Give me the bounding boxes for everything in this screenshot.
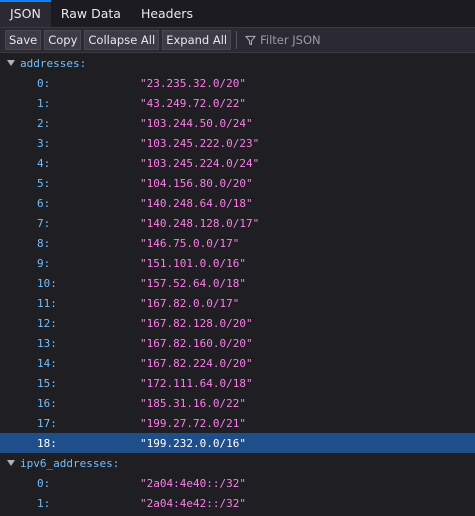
array-index: 4: bbox=[37, 156, 51, 170]
tree-row-ipv6-addresses[interactable]: ipv6_addresses: bbox=[0, 453, 475, 473]
array-index: 8: bbox=[37, 236, 51, 250]
viewer-tab-bar: JSON Raw Data Headers bbox=[0, 0, 475, 28]
array-index: 11: bbox=[37, 296, 57, 310]
expand-toggle-icon[interactable] bbox=[7, 60, 15, 66]
toolbar-divider bbox=[236, 31, 238, 49]
collapse-all-button[interactable]: Collapse All bbox=[84, 30, 160, 50]
array-index: 14: bbox=[37, 356, 57, 370]
ipv6-address-row[interactable]: 1: "2a04:4e42::/32" bbox=[0, 493, 475, 513]
array-index: 7: bbox=[37, 216, 51, 230]
string-value: "185.31.16.0/22" bbox=[140, 396, 246, 410]
string-value: "146.75.0.0/17" bbox=[140, 236, 240, 250]
string-value: "103.245.224.0/24" bbox=[140, 156, 260, 170]
array-index: 0: bbox=[37, 476, 51, 490]
string-value: "172.111.64.0/18" bbox=[140, 376, 253, 390]
address-row[interactable]: 18: "199.232.0.0/16" bbox=[0, 433, 475, 453]
copy-button[interactable]: Copy bbox=[44, 30, 82, 50]
expand-all-button[interactable]: Expand All bbox=[162, 30, 232, 50]
json-tree: addresses: 0: "23.235.32.0/20" 1: "43.249.7… bbox=[0, 53, 475, 513]
address-row[interactable]: 8: "146.75.0.0/17" bbox=[0, 233, 475, 253]
addresses-key: addresses: bbox=[20, 56, 87, 70]
array-index: 9: bbox=[37, 256, 51, 270]
array-index: 1: bbox=[37, 496, 51, 510]
funnel-icon bbox=[245, 35, 256, 45]
array-index: 5: bbox=[37, 176, 51, 190]
string-value: "167.82.0.0/17" bbox=[140, 296, 240, 310]
array-index: 3: bbox=[37, 136, 51, 150]
address-row[interactable]: 15: "172.111.64.0/18" bbox=[0, 373, 475, 393]
filter-json-input[interactable] bbox=[260, 33, 411, 47]
string-value: "157.52.64.0/18" bbox=[140, 276, 246, 290]
address-row[interactable]: 6: "140.248.64.0/18" bbox=[0, 193, 475, 213]
array-index: 16: bbox=[37, 396, 57, 410]
string-value: "2a04:4e42::/32" bbox=[140, 496, 246, 510]
address-row[interactable]: 2: "103.244.50.0/24" bbox=[0, 113, 475, 133]
string-value: "140.248.64.0/18" bbox=[140, 196, 253, 210]
ipv6-addresses-list: 0: "2a04:4e40::/32"1: "2a04:4e42::/32" bbox=[0, 473, 475, 513]
array-index: 12: bbox=[37, 316, 57, 330]
array-index: 13: bbox=[37, 336, 57, 350]
string-value: "103.244.50.0/24" bbox=[140, 116, 253, 130]
string-value: "167.82.224.0/20" bbox=[140, 356, 253, 370]
tab-headers[interactable]: Headers bbox=[131, 0, 203, 27]
ipv6-addresses-key: ipv6_addresses: bbox=[20, 456, 120, 470]
array-index: 0: bbox=[37, 76, 51, 90]
address-row[interactable]: 12: "167.82.128.0/20" bbox=[0, 313, 475, 333]
string-value: "151.101.0.0/16" bbox=[140, 256, 246, 270]
address-row[interactable]: 7: "140.248.128.0/17" bbox=[0, 213, 475, 233]
string-value: "199.232.0.0/16" bbox=[140, 436, 246, 450]
address-row[interactable]: 3: "103.245.222.0/23" bbox=[0, 133, 475, 153]
address-row[interactable]: 16: "185.31.16.0/22" bbox=[0, 393, 475, 413]
array-index: 2: bbox=[37, 116, 51, 130]
address-row[interactable]: 11: "167.82.0.0/17" bbox=[0, 293, 475, 313]
string-value: "167.82.128.0/20" bbox=[140, 316, 253, 330]
address-row[interactable]: 1: "43.249.72.0/22" bbox=[0, 93, 475, 113]
ipv6-address-row[interactable]: 0: "2a04:4e40::/32" bbox=[0, 473, 475, 493]
expand-toggle-icon[interactable] bbox=[7, 460, 15, 466]
json-toolbar: Save Copy Collapse All Expand All bbox=[0, 28, 475, 53]
string-value: "199.27.72.0/21" bbox=[140, 416, 246, 430]
array-index: 10: bbox=[37, 276, 57, 290]
array-index: 17: bbox=[37, 416, 57, 430]
array-index: 15: bbox=[37, 376, 57, 390]
tree-row-addresses[interactable]: addresses: bbox=[0, 53, 475, 73]
array-index: 6: bbox=[37, 196, 51, 210]
array-index: 18: bbox=[37, 436, 57, 450]
tab-json[interactable]: JSON bbox=[0, 0, 51, 27]
string-value: "140.248.128.0/17" bbox=[140, 216, 260, 230]
address-row[interactable]: 17: "199.27.72.0/21" bbox=[0, 413, 475, 433]
address-row[interactable]: 10: "157.52.64.0/18" bbox=[0, 273, 475, 293]
address-row[interactable]: 9: "151.101.0.0/16" bbox=[0, 253, 475, 273]
address-row[interactable]: 13: "167.82.160.0/20" bbox=[0, 333, 475, 353]
string-value: "167.82.160.0/20" bbox=[140, 336, 253, 350]
string-value: "104.156.80.0/20" bbox=[140, 176, 253, 190]
string-value: "23.235.32.0/20" bbox=[140, 76, 246, 90]
filter-box[interactable] bbox=[245, 33, 411, 47]
string-value: "2a04:4e40::/32" bbox=[140, 476, 246, 490]
address-row[interactable]: 4: "103.245.224.0/24" bbox=[0, 153, 475, 173]
address-row[interactable]: 0: "23.235.32.0/20" bbox=[0, 73, 475, 93]
string-value: "43.249.72.0/22" bbox=[140, 96, 246, 110]
array-index: 1: bbox=[37, 96, 51, 110]
save-button[interactable]: Save bbox=[5, 30, 42, 50]
tab-raw-data[interactable]: Raw Data bbox=[51, 0, 131, 27]
addresses-list: 0: "23.235.32.0/20" 1: "43.249.72.0/22" 2: "1… bbox=[0, 73, 475, 453]
address-row[interactable]: 5: "104.156.80.0/20" bbox=[0, 173, 475, 193]
address-row[interactable]: 14: "167.82.224.0/20" bbox=[0, 353, 475, 373]
string-value: "103.245.222.0/23" bbox=[140, 136, 260, 150]
